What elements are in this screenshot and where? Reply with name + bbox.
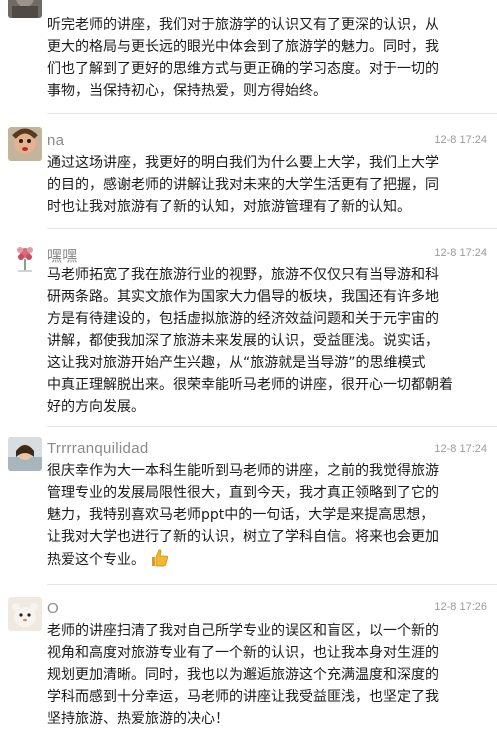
avatar[interactable] [8,0,42,18]
username[interactable]: Trrrranquilidad [47,440,148,457]
avatar[interactable] [8,437,42,471]
comment-item: Trrrranquilidad 12-8 17:24 很庆幸作为大一本科生能听到… [0,432,497,585]
username[interactable]: 嘿嘿 [47,245,78,266]
comment-text: 马老师拓宽了我在旅游行业的视野，旅游不仅仅只有当导游和科 研两条路。其实文旅作为… [47,267,453,415]
divider [47,228,497,229]
username[interactable]: O [47,600,59,617]
timestamp: 12-8 17:24 [434,247,487,259]
timestamp: 12-8 17:24 [434,443,487,455]
comment-text: 老师的讲座扫清了我对自己所学专业的误区和盲区，以一个新的 视角和高度对旅游专业有… [47,623,439,727]
comment-item: O 12-8 17:26 老师的讲座扫清了我对自己所学专业的误区和盲区，以一个新… [0,592,497,727]
divider [47,584,497,585]
thumbs-up-emoji-icon [149,548,169,568]
divider [47,426,497,427]
avatar[interactable] [8,127,42,161]
comment-item: na 12-8 17:24 通过这场讲座，我更好的明白我们为什么要上大学，我们上… [0,122,497,234]
comment-text: 听完老师的讲座，我们对于旅游学的认识又有了更深的认识，从 更大的格局与更长远的眼… [47,17,439,99]
comment-text: 很庆幸作为大一本科生能听到马老师的讲座，之前的我觉得旅游 管理专业的发展局限性很… [47,463,439,568]
comment-text: 通过这场讲座，我更好的明白我们为什么要上大学，我们上大学 的目的，感谢老师的讲解… [47,155,439,215]
comment-item: 听完老师的讲座，我们对于旅游学的认识又有了更深的认识，从 更大的格局与更长远的眼… [0,0,497,114]
timestamp: 12-8 17:24 [434,134,487,146]
timestamp: 12-8 17:26 [434,601,487,613]
divider [47,113,497,114]
avatar[interactable] [8,241,42,275]
comment-item: 嘿嘿 12-8 17:24 马老师拓宽了我在旅游行业的视野，旅游不仅仅只有当导游… [0,236,497,427]
avatar[interactable] [8,597,42,631]
username[interactable]: na [47,132,64,149]
comment-feed: 听完老师的讲座，我们对于旅游学的认识又有了更深的认识，从 更大的格局与更长远的眼… [0,0,497,727]
